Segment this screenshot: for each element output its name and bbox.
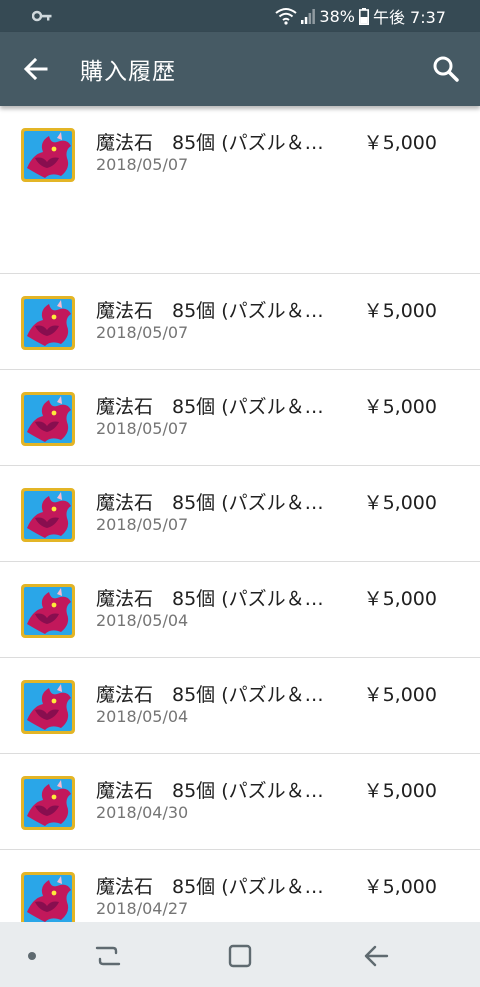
purchase-row[interactable]: 魔法石 85個 (パズル＆… 2018/04/27 ￥5,000 — [0, 850, 480, 922]
home-square-icon — [228, 944, 252, 968]
dot-icon — [28, 952, 36, 960]
purchase-date: 2018/05/07 — [96, 419, 189, 438]
app-icon-dragon — [21, 584, 75, 638]
purchase-price: ￥5,000 — [363, 876, 437, 898]
recent-apps-icon — [95, 946, 121, 966]
vpn-key-icon — [32, 10, 52, 22]
purchase-row[interactable]: 魔法石 85個 (パズル＆… 2018/05/07 ￥5,000 — [0, 106, 480, 274]
nav-dot-button[interactable] — [12, 936, 52, 976]
clock: 午後 7:37 — [372, 8, 446, 27]
search-button[interactable] — [428, 51, 464, 87]
nav-back-button[interactable] — [356, 936, 396, 976]
app-icon-dragon — [21, 872, 75, 922]
purchase-price: ￥5,000 — [363, 588, 437, 610]
purchase-date: 2018/04/30 — [96, 803, 189, 822]
purchase-price: ￥5,000 — [363, 396, 437, 418]
purchase-price: ￥5,000 — [363, 780, 437, 802]
purchase-price: ￥5,000 — [363, 492, 437, 514]
battery-percent: 38% — [319, 6, 355, 26]
purchase-row[interactable]: 魔法石 85個 (パズル＆… 2018/05/04 ￥5,000 — [0, 562, 480, 658]
purchase-date: 2018/05/04 — [96, 707, 189, 726]
app-icon-dragon — [21, 296, 75, 350]
purchase-title: 魔法石 85個 (パズル＆… — [96, 588, 324, 610]
app-icon-dragon — [21, 128, 75, 182]
purchase-row[interactable]: 魔法石 85個 (パズル＆… 2018/05/07 ￥5,000 — [0, 466, 480, 562]
screen: 38% 午後 7:37 購入履歴 魔法石 85個 (パズル＆… 2018/05/0… — [0, 0, 480, 987]
arrow-back-icon — [23, 57, 48, 81]
purchase-date: 2018/05/07 — [96, 155, 189, 174]
purchase-title: 魔法石 85個 (パズル＆… — [96, 396, 324, 418]
back-button[interactable] — [18, 51, 54, 87]
recent-apps-button[interactable] — [88, 936, 128, 976]
purchase-title: 魔法石 85個 (パズル＆… — [96, 684, 324, 706]
purchase-history-list: 魔法石 85個 (パズル＆… 2018/05/07 ￥5,000 魔法石 85個 (パ… — [0, 106, 480, 922]
nav-back-icon — [364, 945, 389, 967]
purchase-date: 2018/04/27 — [96, 899, 189, 918]
purchase-price: ￥5,000 — [363, 132, 437, 154]
purchase-title: 魔法石 85個 (パズル＆… — [96, 492, 324, 514]
purchase-date: 2018/05/04 — [96, 611, 189, 630]
battery-icon — [358, 7, 369, 25]
purchase-price: ￥5,000 — [363, 684, 437, 706]
purchase-date: 2018/05/07 — [96, 515, 189, 534]
app-icon-dragon — [21, 488, 75, 542]
status-bar: 38% 午後 7:37 — [0, 0, 480, 32]
purchase-row[interactable]: 魔法石 85個 (パズル＆… 2018/05/04 ￥5,000 — [0, 658, 480, 754]
purchase-date: 2018/05/07 — [96, 323, 189, 342]
purchase-title: 魔法石 85個 (パズル＆… — [96, 132, 324, 154]
app-icon-dragon — [21, 392, 75, 446]
status-indicators: 38% 午後 7:37 — [275, 5, 446, 27]
purchase-row[interactable]: 魔法石 85個 (パズル＆… 2018/05/07 ￥5,000 — [0, 370, 480, 466]
home-button[interactable] — [220, 936, 260, 976]
system-nav-bar — [0, 922, 480, 987]
app-toolbar: 購入履歴 — [0, 32, 480, 106]
purchase-row[interactable]: 魔法石 85個 (パズル＆… 2018/04/30 ￥5,000 — [0, 754, 480, 850]
page-title: 購入履歴 — [80, 59, 176, 85]
purchase-title: 魔法石 85個 (パズル＆… — [96, 876, 324, 898]
purchase-title: 魔法石 85個 (パズル＆… — [96, 780, 324, 802]
purchase-row[interactable]: 魔法石 85個 (パズル＆… 2018/05/07 ￥5,000 — [0, 274, 480, 370]
purchase-price: ￥5,000 — [363, 300, 437, 322]
search-icon — [433, 56, 459, 82]
purchase-title: 魔法石 85個 (パズル＆… — [96, 300, 324, 322]
app-icon-dragon — [21, 680, 75, 734]
wifi-icon — [275, 8, 298, 25]
signal-icon — [301, 9, 316, 24]
app-icon-dragon — [21, 776, 75, 830]
